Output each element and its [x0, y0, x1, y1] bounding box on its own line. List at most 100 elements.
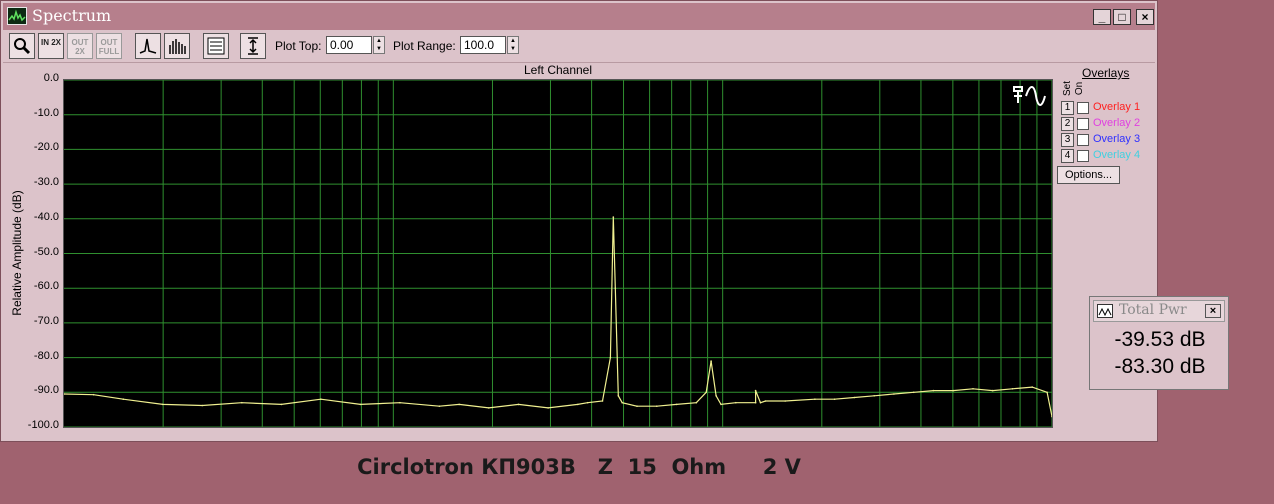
total-power-close-button[interactable]: ×	[1205, 304, 1221, 318]
minimize-button[interactable]: _	[1093, 9, 1111, 25]
overlay-set-button-4[interactable]: 4	[1061, 149, 1074, 163]
spectrum-window: Spectrum _ □ × IN 2X OUT 2X OUT FULL Plo…	[0, 0, 1158, 442]
spectrum-point	[991, 389, 994, 392]
spectrum-point	[320, 398, 322, 401]
maximize-button[interactable]: □	[1113, 9, 1131, 25]
line-mode-button[interactable]	[135, 33, 161, 59]
total-power-value-2: -83.30 dB	[1114, 355, 1206, 378]
y-tick-label: -50.0	[33, 245, 59, 258]
spectrum-plot[interactable]	[63, 79, 1053, 428]
zoom-out-full-button[interactable]: OUT FULL	[96, 33, 122, 59]
spectrum-point	[814, 398, 816, 401]
spectrum-point	[715, 395, 717, 397]
spectrum-point	[853, 396, 856, 399]
caption: Circlotron КП903В Z 15 Ohm 2 V	[357, 455, 801, 479]
spectrum-point	[705, 391, 707, 394]
spectrum-point	[458, 403, 461, 406]
overlay-label-3: Overlay 3	[1093, 133, 1141, 145]
y-tick-label: -30.0	[33, 176, 59, 189]
spectrum-point	[952, 389, 954, 392]
total-power-value-1: -39.53 dB	[1114, 328, 1206, 351]
spectrum-point	[601, 400, 604, 402]
overlay-label-4: Overlay 4	[1093, 149, 1141, 161]
spectrum-point	[1031, 386, 1033, 388]
zoom-tool-button[interactable]	[9, 33, 35, 59]
overlay-set-button-1[interactable]: 1	[1061, 101, 1074, 115]
overlay-label-1: Overlay 1	[1093, 101, 1141, 113]
spectrum-point	[695, 401, 698, 404]
plot-range-input[interactable]: 100.0	[460, 36, 506, 54]
spectrum-point	[764, 400, 767, 402]
overlay-checkbox-3[interactable]	[1077, 134, 1089, 146]
zoom-out-2x-button[interactable]: OUT 2X	[67, 33, 93, 59]
spectrum-point	[617, 395, 620, 397]
spectrum-point	[1046, 391, 1048, 394]
spectrum-point	[280, 403, 283, 406]
overlays-title: Overlays	[1082, 66, 1130, 80]
spectrum-point	[621, 401, 623, 404]
vertical-range-icon	[248, 37, 258, 55]
window-title: Spectrum	[32, 6, 112, 25]
bar-mode-button[interactable]	[164, 33, 190, 59]
overlay-checkbox-1[interactable]	[1077, 102, 1089, 114]
spectrum-point	[932, 389, 935, 392]
spectrum-point	[710, 360, 712, 362]
spectrum-point	[873, 395, 875, 397]
overlay-options-button[interactable]: Options...	[1057, 166, 1120, 184]
magnifier-icon	[14, 38, 31, 55]
spectrum-point	[675, 403, 678, 406]
spectrum-point	[547, 407, 549, 409]
y-tick-label: -70.0	[33, 314, 59, 327]
bar-spectrum-icon	[169, 39, 186, 54]
overlay-set-button-3[interactable]: 3	[1061, 133, 1074, 147]
spectrum-series-line	[63, 217, 1053, 417]
plot-range-label: Plot Range:	[393, 39, 456, 53]
spectrum-point	[972, 388, 974, 390]
toolbar: IN 2X OUT 2X OUT FULL Plot Top: 0.00 ▲ ▼ …	[3, 30, 1155, 63]
spectrum-point	[833, 398, 836, 401]
spectrum-point	[359, 403, 362, 406]
spectrum-point	[612, 216, 615, 218]
spectrum-point	[577, 403, 579, 406]
y-tick-label: -60.0	[33, 280, 59, 293]
autoscale-button[interactable]	[240, 33, 266, 59]
y-tick-label: 0.0	[43, 72, 59, 84]
overlay-checkbox-2[interactable]	[1077, 118, 1089, 130]
spectrum-point	[586, 401, 589, 404]
overlay-checkbox-4[interactable]	[1077, 150, 1089, 162]
on-column-label: On	[1074, 81, 1086, 96]
set-column-label: Set	[1062, 80, 1074, 97]
plot-top-input[interactable]: 0.00	[326, 36, 372, 54]
total-power-panel: Total Pwr × -39.53 dB -83.30 dB	[1089, 296, 1229, 390]
plot-top-label: Plot Top:	[275, 39, 322, 53]
y-tick-label: -10.0	[33, 106, 59, 119]
plot-range-spinner[interactable]: ▲ ▼	[507, 36, 519, 54]
spectrum-point	[241, 401, 243, 404]
spectrum-point	[912, 391, 915, 394]
spectrum-point	[517, 403, 520, 406]
zoom-in-2x-button[interactable]: IN 2X	[38, 33, 64, 59]
spectrum-point	[614, 287, 617, 289]
spectrum-point	[720, 403, 722, 406]
spectrum-point	[735, 401, 737, 404]
y-tick-label: -40.0	[33, 210, 59, 223]
spectrum-point	[609, 356, 612, 359]
spectrum-point	[759, 401, 762, 404]
spectrum-point	[122, 398, 125, 401]
channel-label: Left Channel	[523, 63, 593, 77]
spectrum-point	[893, 393, 895, 395]
signal-generator-icon[interactable]	[1012, 84, 1046, 106]
settings-button[interactable]	[203, 33, 229, 59]
close-button[interactable]: ×	[1136, 9, 1154, 25]
spectrum-point	[1011, 388, 1014, 390]
spectrum-point	[656, 405, 658, 408]
y-tick-label: -90.0	[33, 384, 59, 397]
overlay-set-button-2[interactable]: 2	[1061, 117, 1074, 131]
line-spectrum-icon	[139, 38, 157, 54]
title-bar[interactable]: Spectrum _ □ ×	[3, 3, 1155, 30]
spectrum-point	[488, 407, 490, 409]
total-power-titlebar[interactable]: Total Pwr ×	[1093, 300, 1225, 322]
plot-top-spinner[interactable]: ▲ ▼	[373, 36, 385, 54]
spectrum-point	[92, 393, 95, 396]
overlay-label-2: Overlay 2	[1093, 117, 1141, 129]
